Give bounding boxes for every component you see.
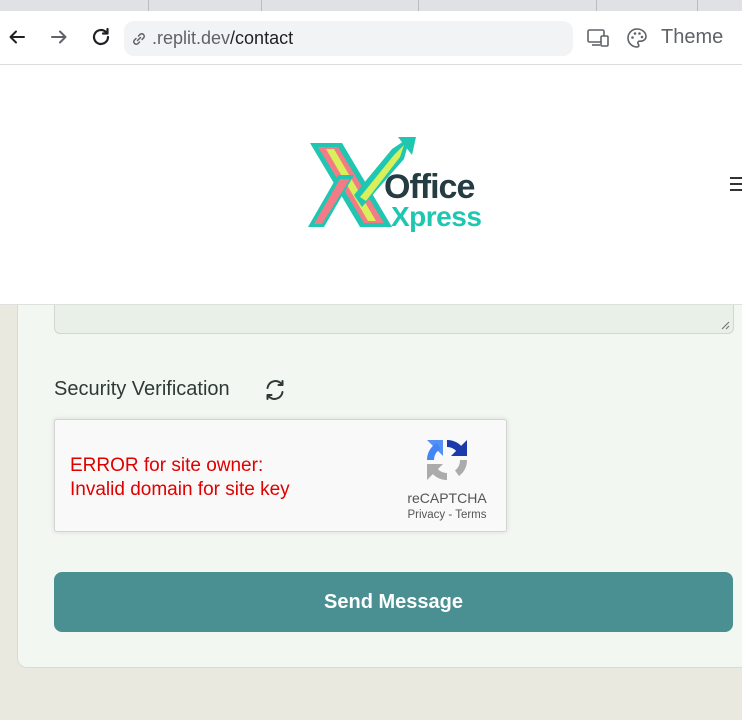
tab-divider <box>262 0 419 11</box>
recaptcha-link-separator: - <box>445 509 456 521</box>
send-message-button[interactable]: Send Message <box>54 572 733 632</box>
site-header: Office Xpress <box>0 65 742 305</box>
tab-divider <box>149 0 262 11</box>
refresh-captcha-button[interactable] <box>262 377 288 403</box>
url-host: .replit.dev <box>152 28 231 48</box>
resize-handle-icon[interactable] <box>720 320 730 330</box>
devices-icon <box>587 29 609 47</box>
refresh-icon <box>266 380 284 400</box>
tab-divider <box>419 0 597 11</box>
back-button[interactable] <box>4 24 30 50</box>
recaptcha-logo-icon <box>427 440 467 480</box>
recaptcha-terms-link[interactable]: Terms <box>455 509 486 521</box>
url-path: /contact <box>230 28 294 48</box>
theme-button[interactable] <box>623 24 651 52</box>
recaptcha-brand: reCAPTCHA <box>407 490 487 506</box>
theme-label[interactable]: Theme <box>661 26 723 49</box>
recaptcha-error-line2: Invalid domain for site key <box>70 479 290 500</box>
recaptcha-links: Privacy - Terms <box>395 509 499 521</box>
recaptcha-widget[interactable]: ERROR for site owner: Invalid domain for… <box>54 419 507 532</box>
tab-divider <box>0 0 149 11</box>
recaptcha-privacy-link[interactable]: Privacy <box>407 509 445 521</box>
recaptcha-error-message: ERROR for site owner: Invalid domain for… <box>70 454 290 502</box>
tab-strip <box>0 0 742 11</box>
logo-word-xpress: Xpress <box>391 201 482 232</box>
arrow-right-icon <box>51 30 67 44</box>
reload-icon <box>92 27 110 46</box>
security-verification-label: Security Verification <box>54 378 230 400</box>
hamburger-icon[interactable] <box>730 177 742 193</box>
recaptcha-error-line1: ERROR for site owner: <box>70 455 264 476</box>
address-bar[interactable]: .replit.dev/contact <box>124 21 573 56</box>
browser-toolbar: .replit.dev/contact Theme <box>0 11 742 65</box>
tab-divider <box>597 0 698 11</box>
link-icon[interactable] <box>130 30 150 48</box>
forward-button[interactable] <box>46 24 72 50</box>
palette-icon <box>627 28 647 48</box>
url-text: .replit.dev/contact <box>152 28 293 49</box>
reload-button[interactable] <box>88 24 114 50</box>
arrow-left-icon <box>9 30 25 44</box>
devices-button[interactable] <box>584 24 612 52</box>
